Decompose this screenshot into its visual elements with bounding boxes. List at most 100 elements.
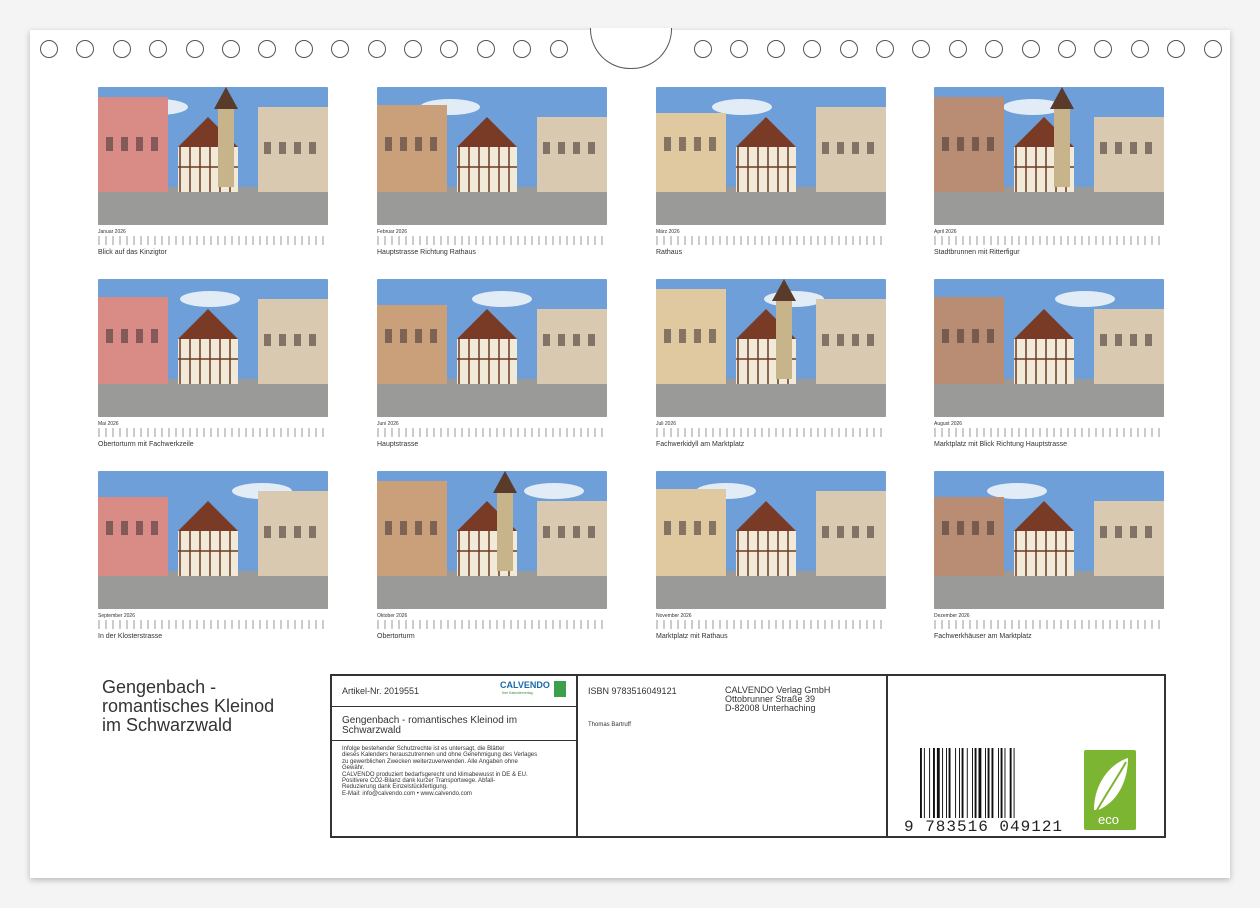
cover-title: Gengenbach - romantisches Kleinod im Sch…: [102, 678, 322, 735]
barcode: [920, 748, 1015, 818]
calendar-back-cover: Januar 2026 Blick auf das Kinzigtor Februa…: [30, 28, 1230, 878]
binding-ring: [513, 40, 532, 58]
binding-ring: [766, 40, 785, 58]
calendar-days-strip: [98, 236, 328, 245]
photo-caption: In der Klosterstrasse: [98, 633, 163, 640]
photo-scene: [98, 471, 328, 609]
binding-ring: [730, 40, 749, 58]
month-cell: November 2026 Marktplatz mit Rathaus: [656, 471, 886, 640]
article-number: Artikel-Nr. 2019551: [342, 686, 420, 696]
month-photo: [934, 87, 1164, 225]
binding-ring: [476, 40, 495, 58]
binding-ring: [1167, 40, 1186, 58]
month-photo: [656, 279, 886, 417]
month-cell: Oktober 2026 Obertorturm: [377, 471, 607, 640]
photo-caption: Fachwerkidyll am Marktplatz: [656, 441, 745, 448]
month-cell: März 2026 Rathaus: [656, 87, 886, 256]
binding-ring: [331, 40, 350, 58]
divider: [576, 676, 578, 836]
binding-ring: [258, 40, 277, 58]
binding-ring: [912, 40, 931, 58]
legal-text: Infolge bestehender Schutzrechte ist es …: [342, 746, 574, 797]
photo-caption: Stadtbrunnen mit Ritterfigur: [934, 249, 1020, 256]
legal-line: E-Mail: info@calvendo.com • www.calvendo…: [342, 790, 472, 797]
divider: [886, 676, 888, 836]
info-box: Artikel-Nr. 2019551 CALVENDO Ihre Kalend…: [330, 674, 1166, 838]
author: Thomas Bartruff: [588, 722, 631, 728]
photo-caption: Marktplatz mit Blick Richtung Hauptstras…: [934, 441, 1068, 448]
photo-scene: [934, 279, 1164, 417]
photo-scene: [377, 279, 607, 417]
divider: [332, 740, 576, 741]
calendar-days-strip: [98, 620, 328, 629]
photo-caption: Blick auf das Kinzigtor: [98, 249, 167, 256]
photo-scene: [934, 471, 1164, 609]
binding-ring: [149, 40, 168, 58]
photo-scene: [934, 87, 1164, 225]
binding-ring: [985, 40, 1004, 58]
month-label: April 2026: [934, 229, 957, 235]
binding-ring: [1130, 40, 1149, 58]
photo-caption: Fachwerkhäuser am Marktplatz: [934, 633, 1032, 640]
month-cell: April 2026 Stadtbrunnen mit Ritterfigur: [934, 87, 1164, 256]
publisher-address: CALVENDO Verlag GmbH Ottobrunner Straße 3…: [725, 686, 830, 713]
binding-ring: [1058, 40, 1076, 58]
isbn: ISBN 9783516049121: [588, 686, 677, 696]
calendar-days-strip: [656, 620, 886, 629]
month-photo: [377, 279, 607, 417]
month-photo: [98, 279, 328, 417]
binding-ring: [294, 40, 313, 58]
month-photo: [377, 471, 607, 609]
calendar-days-strip: [934, 236, 1164, 245]
month-label: Januar 2026: [98, 229, 126, 235]
calendar-days-strip: [98, 428, 328, 437]
barcode-number: 9 783516 049121: [904, 818, 1064, 836]
calvendo-logo-subtitle: Ihre Kalenderverlag: [502, 691, 533, 695]
cover-title-line1: Gengenbach -: [102, 677, 217, 697]
binding-ring: [367, 40, 386, 58]
month-label: Mai 2026: [98, 421, 119, 427]
calendar-days-strip: [934, 428, 1164, 437]
month-label: Oktober 2026: [377, 613, 408, 619]
month-label: November 2026: [656, 613, 692, 619]
binding-ring: [839, 40, 858, 58]
month-label: Juni 2026: [377, 421, 399, 427]
binding-ring: [948, 40, 967, 58]
cover-title-line3: im Schwarzwald: [102, 715, 233, 735]
calendar-days-strip: [377, 428, 607, 437]
calendar-days-strip: [377, 620, 607, 629]
month-photo: [98, 471, 328, 609]
month-label: August 2026: [934, 421, 963, 427]
binding-ring: [876, 40, 894, 58]
photo-caption: Obertorturm mit Fachwerkzeile: [98, 441, 194, 448]
binding-ring: [76, 40, 95, 58]
photo-scene: [656, 279, 886, 417]
photo-scene: [98, 87, 328, 225]
hanger-cutout: [590, 28, 672, 69]
month-label: Dezember 2026: [934, 613, 970, 619]
month-label: März 2026: [656, 229, 680, 235]
binding-ring: [694, 40, 712, 58]
publisher-line: D-82008 Unterhaching: [725, 703, 816, 713]
month-label: Februar 2026: [377, 229, 408, 235]
eco-badge: eco: [1084, 750, 1136, 830]
photo-scene: [377, 87, 607, 225]
month-label: Juli 2026: [656, 421, 677, 427]
divider: [332, 706, 576, 707]
calvendo-logo-icon: [554, 681, 566, 697]
photo-scene: [377, 471, 607, 609]
calvendo-logo-text: CALVENDO: [500, 680, 550, 690]
binding-ring: [112, 40, 131, 58]
photo-scene: [656, 87, 886, 225]
month-cell: Dezember 2026 Fachwerkhäuser am Marktplat…: [934, 471, 1164, 640]
binding-ring: [404, 40, 422, 58]
month-photo: [934, 279, 1164, 417]
photo-caption: Rathaus: [656, 249, 683, 256]
binding-ring: [549, 40, 568, 58]
month-photo: [656, 87, 886, 225]
product-title: Gengenbach - romantisches Kleinod im Sch…: [342, 715, 518, 736]
cover-title-line2: romantisches Kleinod: [102, 696, 275, 716]
photo-caption: Hauptstrasse: [377, 441, 419, 448]
binding-ring: [440, 40, 459, 58]
month-photo: [934, 471, 1164, 609]
